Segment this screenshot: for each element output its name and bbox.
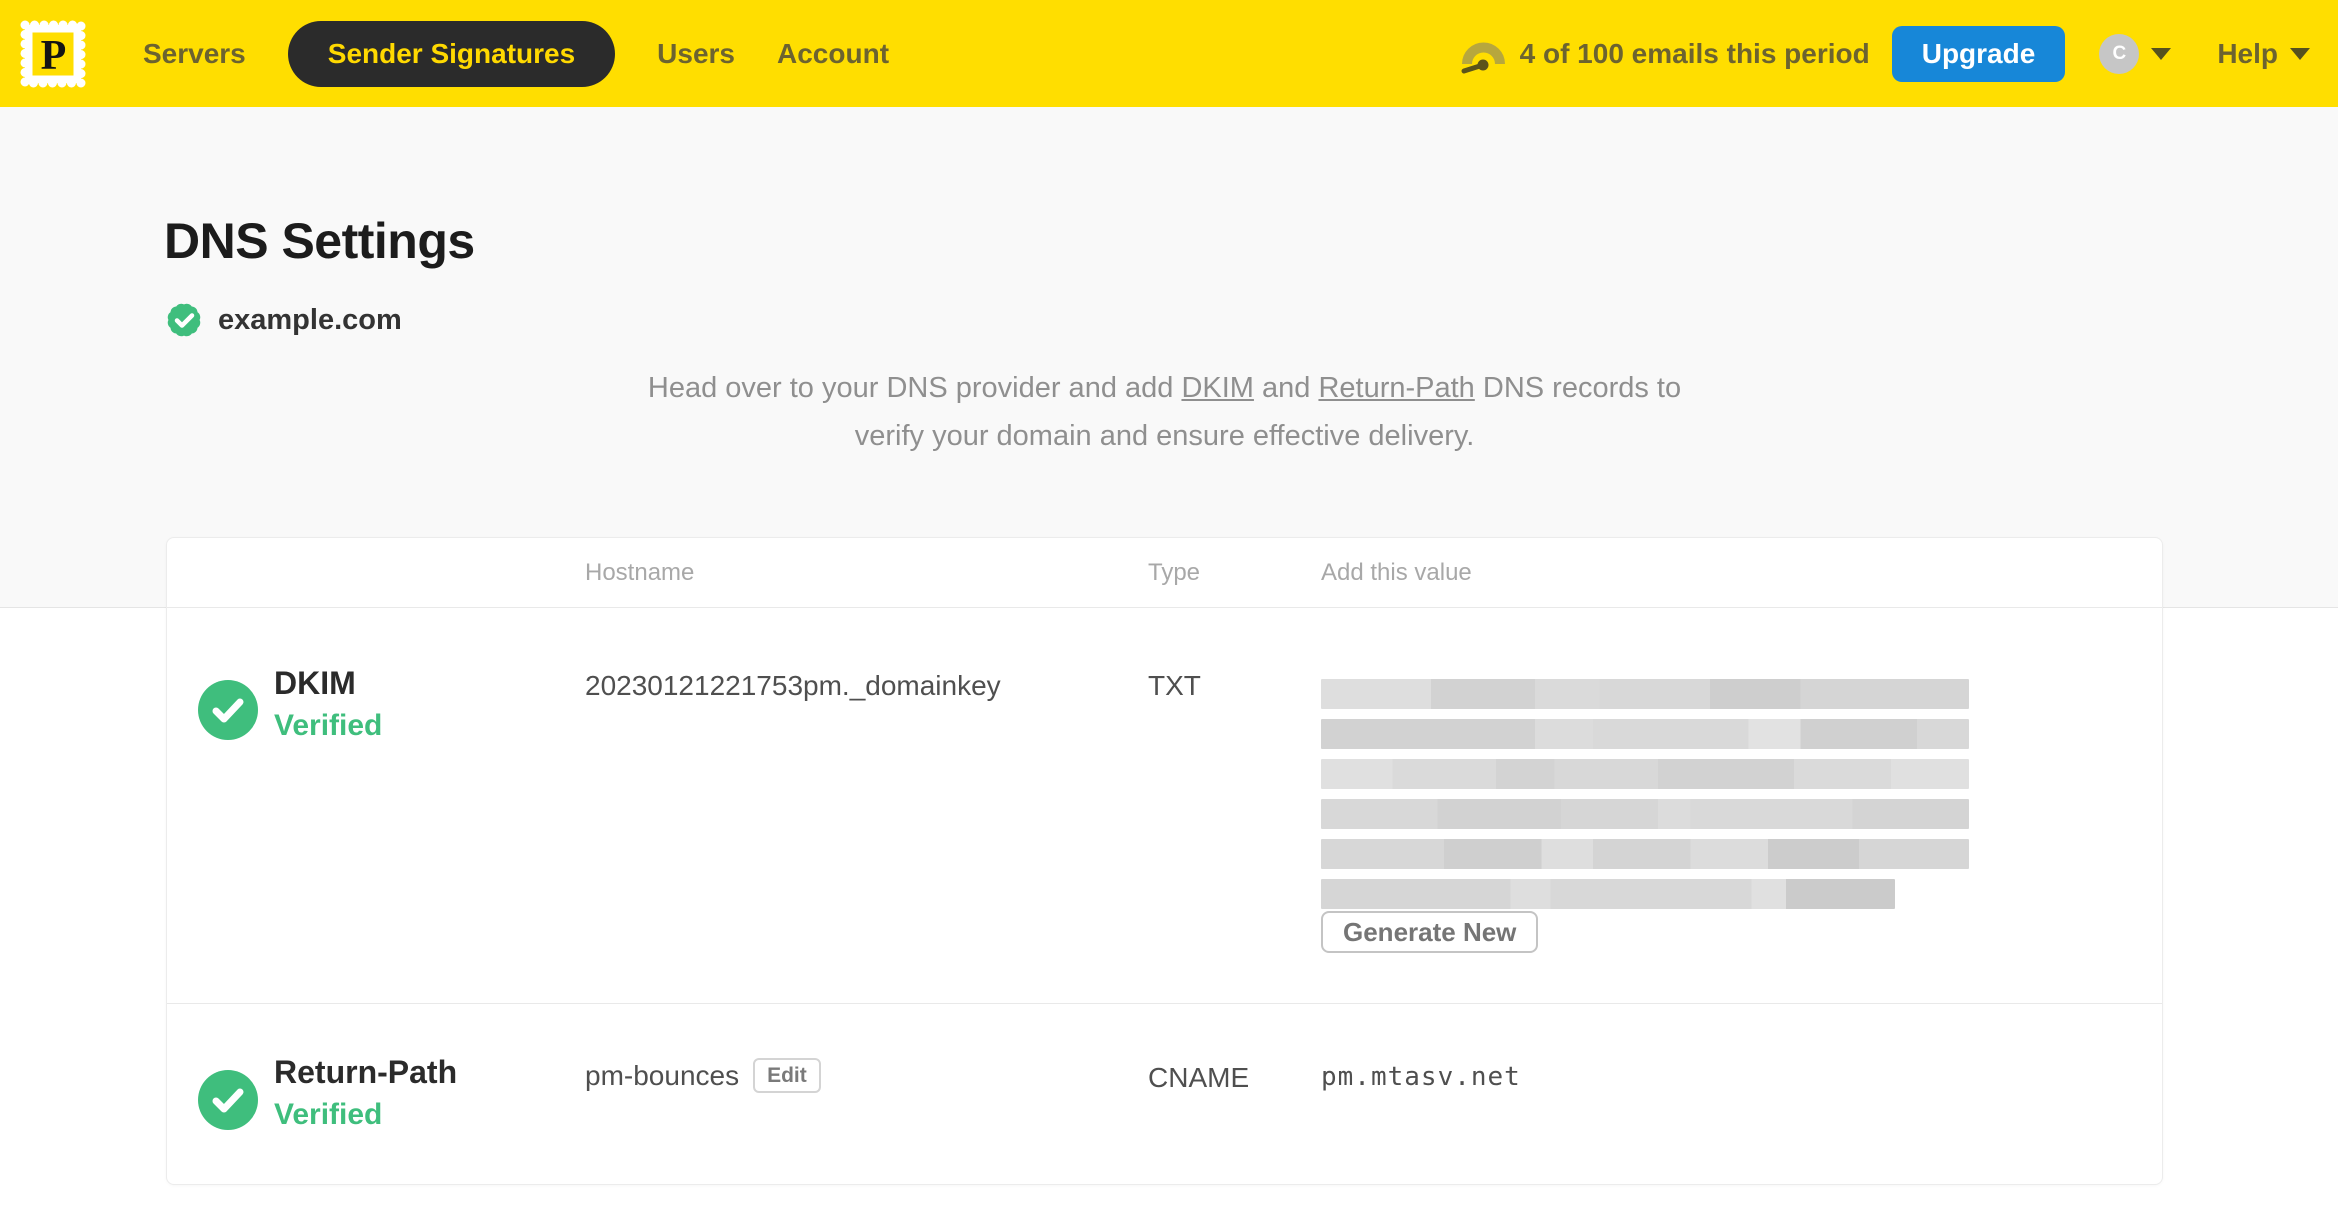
- return-path-link[interactable]: Return-Path: [1318, 372, 1474, 404]
- column-header-hostname: Hostname: [585, 558, 695, 586]
- verified-seal-icon: [167, 303, 201, 337]
- page-description: Head over to your DNS provider and add D…: [647, 372, 1682, 452]
- domain-name: example.com: [218, 303, 402, 336]
- return-path-hostname-cell: pm-bounces Edit: [585, 1058, 821, 1093]
- redacted-line: [1321, 799, 1969, 829]
- nav-item-account[interactable]: Account: [777, 38, 889, 70]
- verified-check-icon: [198, 680, 258, 740]
- account-menu[interactable]: C: [2099, 33, 2172, 74]
- top-navigation-bar: P Servers Sender Signatures Users Accoun…: [0, 0, 2338, 107]
- nav-item-users[interactable]: Users: [657, 38, 735, 70]
- record-name: Return-Path: [274, 1054, 458, 1090]
- usage-text: 4 of 100 emails this period: [1519, 37, 1870, 69]
- column-header-add-this-value: Add this value: [1321, 558, 1472, 586]
- domain-row: example.com: [164, 300, 402, 340]
- return-path-hostname: pm-bounces: [585, 1059, 740, 1091]
- chevron-down-icon: [2151, 47, 2172, 60]
- gauge-icon: [1461, 42, 1505, 73]
- record-status: Verified: [274, 1098, 383, 1131]
- redacted-line: [1321, 679, 1969, 709]
- dkim-value-redacted: [1321, 679, 1971, 919]
- page-title: DNS Settings: [164, 213, 475, 269]
- dkim-hostname: 20230121221753pm._domainkey: [585, 670, 1001, 701]
- chevron-down-icon: [2290, 47, 2310, 60]
- table-row-return-path: Return-Path Verified pm-bounces Edit CNA…: [167, 1003, 2162, 1184]
- logo-letter: P: [41, 33, 67, 79]
- return-path-value: pm.mtasv.net: [1321, 1062, 1521, 1092]
- nav-item-servers[interactable]: Servers: [143, 38, 246, 70]
- nav-right-group: 4 of 100 emails this period Upgrade C He…: [1460, 25, 2310, 82]
- help-label: Help: [2217, 37, 2278, 69]
- help-menu[interactable]: Help: [2217, 38, 2310, 70]
- return-path-type: CNAME: [1148, 1062, 1250, 1093]
- verified-check-icon: [198, 1070, 258, 1130]
- column-header-type: Type: [1148, 558, 1201, 586]
- upgrade-button[interactable]: Upgrade: [1891, 25, 2066, 82]
- table-row-dkim: DKIM Verified 20230121221753pm._domainke…: [167, 608, 2162, 1003]
- description-text: Head over to your DNS provider and add: [647, 372, 1182, 404]
- dkim-type: TXT: [1148, 670, 1201, 701]
- redacted-line: [1321, 879, 1895, 909]
- postmark-logo-icon[interactable]: P: [15, 15, 91, 93]
- redacted-line: [1321, 759, 1969, 789]
- table-header-row: Hostname Type Add this value: [167, 538, 2162, 608]
- nav-links: Servers Sender Signatures Users Account: [143, 20, 889, 87]
- generate-new-button[interactable]: Generate New: [1321, 911, 1539, 953]
- record-status: Verified: [274, 709, 383, 742]
- nav-item-sender-signatures-active[interactable]: Sender Signatures: [287, 20, 616, 87]
- dkim-link[interactable]: DKIM: [1181, 372, 1254, 404]
- redacted-line: [1321, 719, 1969, 749]
- record-name: DKIM: [274, 665, 356, 701]
- edit-button[interactable]: Edit: [753, 1058, 821, 1093]
- redacted-line: [1321, 839, 1969, 869]
- hero-background-band: [0, 107, 2338, 608]
- dns-records-card: Hostname Type Add this value DKIM Verifi…: [166, 537, 2163, 1185]
- avatar: C: [2099, 33, 2140, 74]
- plan-usage-link[interactable]: 4 of 100 emails this period: [1460, 31, 1870, 77]
